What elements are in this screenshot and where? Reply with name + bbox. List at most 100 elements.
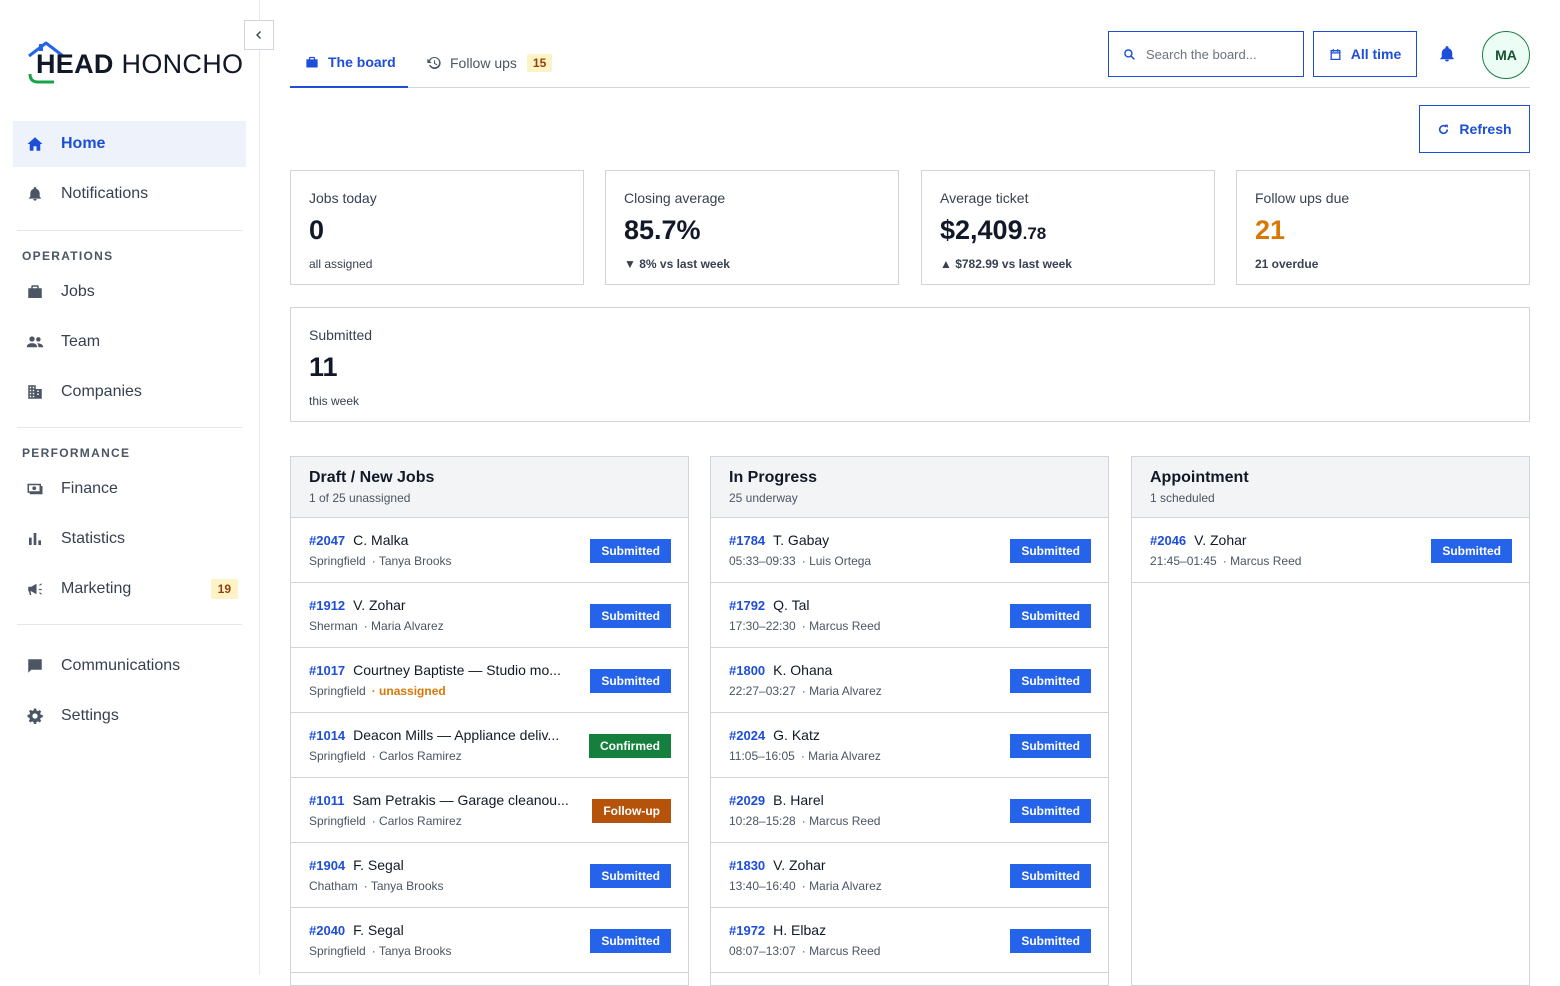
stat-label: Jobs today — [309, 190, 377, 206]
job-id-link[interactable]: #1904 — [309, 858, 345, 873]
refresh-icon — [1437, 123, 1450, 136]
job-customer-name: Deacon Mills — Appliance deliv... — [353, 727, 560, 743]
tab-the-board[interactable]: The board — [290, 38, 408, 88]
job-customer-name: B. Harel — [773, 792, 824, 808]
job-id-link[interactable]: #1784 — [729, 533, 765, 548]
job-id-link[interactable]: #1792 — [729, 598, 765, 613]
stat-label: Closing average — [624, 190, 726, 206]
job-id-link[interactable]: #2024 — [729, 728, 765, 743]
job-card[interactable]: #2046 V. Zohar 21:45–01:45 · Marcus Reed Sub… — [1132, 518, 1529, 583]
sidebar-item-label: Home — [61, 135, 106, 152]
job-card[interactable]: #2024 G. Katz 11:05–16:05 · Maria Alvarez Su… — [711, 713, 1108, 778]
job-customer-name: Q. Tal — [773, 597, 810, 613]
job-customer-name: C. Malka — [353, 532, 409, 548]
job-id-link[interactable]: #1011 — [309, 793, 344, 808]
job-id-link[interactable]: #2047 — [309, 533, 345, 548]
stat-label: Submitted — [309, 327, 373, 343]
job-customer-name: Courtney Baptiste — Studio mo... — [353, 662, 561, 678]
job-location-or-time: Springfield — [309, 814, 366, 828]
job-id-link[interactable]: #1017 — [309, 663, 345, 678]
sidebar-item-finance[interactable]: Finance — [13, 466, 246, 512]
job-id-link[interactable]: #2046 — [1150, 533, 1186, 548]
job-card[interactable]: #1784 T. Gabay 05:33–09:33 · Luis Ortega Sub… — [711, 518, 1108, 583]
job-card[interactable]: #2047 C. Malka Springfield · Tanya Brooks Su… — [291, 518, 688, 583]
job-card[interactable]: #1972 H. Elbaz 08:07–13:07 · Marcus Reed Sub… — [711, 908, 1108, 973]
job-location-or-time: 08:07–13:07 — [729, 944, 796, 958]
stat-label: Average ticket — [940, 190, 1029, 206]
sidebar-item-marketing[interactable]: Marketing 19 — [13, 566, 246, 612]
job-id-link[interactable]: #2040 — [309, 923, 345, 938]
sidebar-item-settings[interactable]: Settings — [13, 693, 246, 739]
sidebar-item-label: Communications — [61, 657, 181, 674]
status-badge[interactable]: Submitted — [590, 604, 671, 628]
sidebar-item-notifications[interactable]: Notifications — [13, 171, 246, 217]
status-badge[interactable]: Submitted — [590, 929, 671, 953]
status-badge[interactable]: Submitted — [1010, 929, 1091, 953]
search-box[interactable] — [1108, 31, 1304, 77]
job-title: #1017 Courtney Baptiste — Studio mo... — [309, 662, 579, 678]
status-badge[interactable]: Submitted — [1010, 864, 1091, 888]
megaphone-icon — [25, 579, 45, 599]
status-badge[interactable]: Submitted — [590, 864, 671, 888]
job-card[interactable]: #1017 Courtney Baptiste — Studio mo... Spr… — [291, 648, 688, 713]
refresh-button[interactable]: Refresh — [1419, 105, 1530, 153]
job-card[interactable]: #1792 Q. Tal 17:30–22:30 · Marcus Reed Submi… — [711, 583, 1108, 648]
sidebar-item-label: Jobs — [61, 283, 95, 300]
job-location-or-time: 05:33–09:33 — [729, 554, 796, 568]
job-card[interactable]: #2040 F. Segal Springfield · Tanya Brooks Su… — [291, 908, 688, 973]
status-badge[interactable]: Submitted — [1010, 539, 1091, 563]
job-card[interactable]: #2029 B. Harel 10:28–15:28 · Marcus Reed Sub… — [711, 778, 1108, 843]
job-id-link[interactable]: #1912 — [309, 598, 345, 613]
job-id-link[interactable]: #1830 — [729, 858, 765, 873]
job-customer-name: F. Segal — [353, 922, 404, 938]
column-title: Appointment — [1150, 469, 1249, 486]
tab-follow-ups[interactable]: Follow ups 15 — [426, 38, 553, 88]
status-badge[interactable]: Submitted — [1010, 604, 1091, 628]
job-customer-name: K. Ohana — [773, 662, 833, 678]
status-badge[interactable]: Submitted — [590, 669, 671, 693]
job-assignee: · Carlos Ramirez — [371, 749, 462, 763]
job-card[interactable]: #1904 F. Segal Chatham · Tanya Brooks Submit… — [291, 843, 688, 908]
stat-trend-up: ▲ $782.99 vs last week — [940, 257, 1072, 271]
status-badge[interactable]: Submitted — [1010, 669, 1091, 693]
status-badge[interactable]: Submitted — [1431, 539, 1512, 563]
sidebar-item-team[interactable]: Team — [13, 319, 246, 365]
logo[interactable]: HEAD HONCHO — [26, 40, 246, 86]
sidebar-item-companies[interactable]: Companies — [13, 369, 246, 415]
status-badge[interactable]: Submitted — [590, 539, 671, 563]
job-customer-name: V. Zohar — [1194, 532, 1247, 548]
job-card[interactable]: #1014 Deacon Mills — Appliance deliv... Sp… — [291, 713, 688, 778]
date-range-button[interactable]: All time — [1313, 31, 1417, 77]
sidebar-item-jobs[interactable]: Jobs — [13, 269, 246, 315]
job-card[interactable]: #1011 Sam Petrakis — Garage cleanou... Spr… — [291, 778, 688, 843]
notifications-button[interactable] — [1438, 44, 1456, 69]
job-assignee: · Tanya Brooks — [371, 554, 452, 568]
job-card[interactable]: #1912 V. Zohar Sherman · Maria Alvarez Submi… — [291, 583, 688, 648]
job-title: #1912 V. Zohar — [309, 597, 579, 613]
refresh-label: Refresh — [1459, 121, 1512, 137]
search-input[interactable] — [1146, 46, 1296, 62]
calendar-icon — [1329, 48, 1342, 61]
user-avatar[interactable]: MA — [1482, 31, 1530, 79]
job-card[interactable]: #1830 V. Zohar 13:40–16:40 · Maria Alvarez S… — [711, 843, 1108, 908]
follow-ups-count-badge: 15 — [526, 54, 553, 72]
sidebar-item-home[interactable]: Home — [13, 121, 246, 167]
status-badge[interactable]: Submitted — [1010, 734, 1091, 758]
status-badge[interactable]: Follow-up — [592, 799, 671, 823]
sidebar-item-communications[interactable]: Communications — [13, 643, 246, 689]
bell-icon — [25, 184, 45, 204]
sidebar-item-label: Team — [61, 333, 101, 350]
collapse-sidebar-button[interactable] — [244, 20, 274, 50]
status-badge[interactable]: Confirmed — [589, 734, 671, 758]
job-id-link[interactable]: #1014 — [309, 728, 345, 743]
sidebar-item-statistics[interactable]: Statistics — [13, 516, 246, 562]
job-id-link[interactable]: #1800 — [729, 663, 765, 678]
stat-value: 11 — [309, 352, 338, 382]
status-badge[interactable]: Submitted — [1010, 799, 1091, 823]
job-card[interactable]: #1800 K. Ohana 22:27–03:27 · Maria Alvarez S… — [711, 648, 1108, 713]
job-customer-name: F. Segal — [353, 857, 404, 873]
job-id-link[interactable]: #2029 — [729, 793, 765, 808]
job-id-link[interactable]: #1972 — [729, 923, 765, 938]
stat-value-main: $2,409 — [940, 215, 1023, 245]
job-title: #2047 C. Malka — [309, 532, 579, 548]
